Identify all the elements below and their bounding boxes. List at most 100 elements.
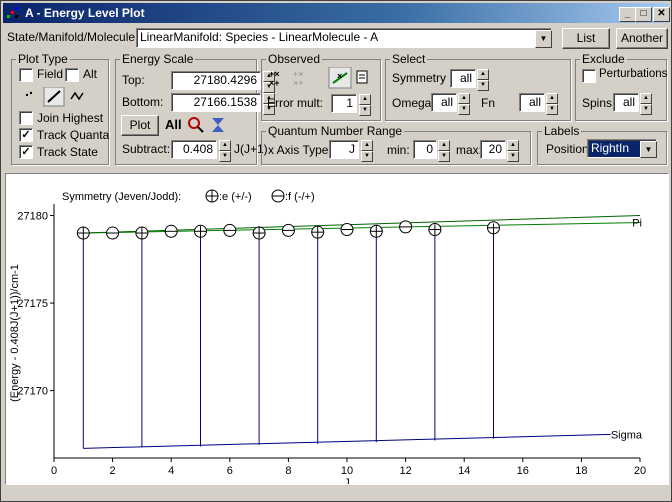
track-quanta-label: Track Quanta <box>37 128 110 142</box>
omega-input[interactable]: all <box>431 93 457 112</box>
observed-icons[interactable]: +××+ +××+ × <box>267 67 377 89</box>
list-button[interactable]: List <box>562 28 610 49</box>
field-checkbox[interactable] <box>19 68 33 82</box>
join-highest-checkbox[interactable] <box>19 111 33 125</box>
field-label: Field <box>37 67 64 81</box>
x-axis-input[interactable]: J <box>329 140 359 159</box>
x-tick-label: 18 <box>575 465 587 477</box>
observed-marks-gray-icon: +××+ <box>293 69 304 88</box>
error-mult-label: Error mult: <box>267 96 324 110</box>
x-tick-label: 8 <box>285 465 291 477</box>
subtract-stepper[interactable]: ▲ ▼ <box>219 140 231 162</box>
track-state-checkbox[interactable]: ✓ <box>19 145 33 159</box>
alt-checkbox[interactable] <box>65 68 79 82</box>
series-line-sigma <box>83 433 611 449</box>
x-axis-label: J <box>344 477 350 484</box>
track-state-label: Track State <box>37 145 98 159</box>
x-tick-label: 2 <box>110 465 116 477</box>
status-bar <box>5 485 667 499</box>
another-button[interactable]: Another <box>616 28 668 49</box>
points-icon <box>25 91 33 97</box>
subtract-input[interactable]: 0.408 <box>171 140 217 159</box>
maximize-icon[interactable]: □ <box>635 7 652 22</box>
labels-title: Labels <box>542 124 582 138</box>
max-label: max: <box>456 143 483 157</box>
x-tick-label: 0 <box>51 465 57 477</box>
title-bar[interactable]: A - Energy Level Plot _ □ ✕ <box>3 3 670 23</box>
max-stepper[interactable]: ▲ ▼ <box>507 140 519 162</box>
min-label: min: <box>387 143 410 157</box>
state-select[interactable]: LinearManifold: Species - LinearMolecule… <box>136 28 552 48</box>
x-tick-label: 14 <box>458 465 470 477</box>
top-input[interactable]: 27180.4296 <box>171 71 261 90</box>
symmetry-label: Symmetry <box>392 71 446 85</box>
chevron-down-icon[interactable]: ▼ <box>640 141 657 158</box>
legend-e-label: :e (+/-) <box>219 191 252 203</box>
perturbations-checkbox[interactable] <box>582 69 596 83</box>
window: A - Energy Level Plot _ □ ✕ State/Manifo… <box>0 0 672 502</box>
fn-input[interactable]: all <box>519 93 545 112</box>
spins-label: Spins: <box>582 96 616 110</box>
hourglass-icon[interactable] <box>211 117 225 133</box>
plot-area[interactable]: 0 2 4 6 8 10 12 14 16 18 20 27170 27175 27180 J (Energy… <box>5 173 669 489</box>
zoom-icon[interactable] <box>187 116 205 134</box>
x-tick-label: 4 <box>168 465 174 477</box>
min-input[interactable]: 0 <box>413 140 437 159</box>
svg-text:×: × <box>337 71 342 81</box>
error-mult-stepper[interactable]: ▲ ▼ <box>359 94 371 116</box>
x-tick-label: 20 <box>634 465 646 477</box>
connected-points-icon <box>70 91 84 101</box>
minimize-icon[interactable]: _ <box>619 7 636 22</box>
energy-chart[interactable]: 0 2 4 6 8 10 12 14 16 18 20 27170 27175 27180 J (Energy… <box>6 174 668 489</box>
svg-text:×+: ×+ <box>269 78 280 88</box>
max-input[interactable]: 20 <box>480 140 506 159</box>
x-tick-label: 12 <box>399 465 411 477</box>
spins-input[interactable]: all <box>613 93 639 112</box>
select-title: Select <box>390 52 428 66</box>
exclude-title: Exclude <box>580 52 627 66</box>
app-icon <box>7 7 18 18</box>
edit-icon <box>356 70 368 84</box>
alt-label: Alt <box>83 67 98 81</box>
perturbations-label: Perturbations <box>599 68 668 80</box>
symmetry-stepper[interactable]: ▲ ▼ <box>477 69 489 91</box>
legend-f-label: :f (-/+) <box>285 191 315 203</box>
x-tick-label: 10 <box>341 465 353 477</box>
quantum-range-title: Quantum Number Range <box>266 124 405 138</box>
bottom-input[interactable]: 27166.1538 <box>171 93 261 112</box>
window-title: A - Energy Level Plot <box>25 6 145 20</box>
all-button[interactable]: All <box>165 117 182 132</box>
subtract-label: Subtract: <box>122 142 171 156</box>
x-tick-label: 6 <box>227 465 233 477</box>
x-axis-stepper[interactable]: ▲ ▼ <box>361 140 373 162</box>
legend-text: Symmetry (Jeven/Jodd): <box>62 191 181 203</box>
x-axis-label: x Axis Type <box>268 143 329 157</box>
plot-style-icons[interactable] <box>19 87 99 107</box>
min-stepper[interactable]: ▲ ▼ <box>438 140 450 162</box>
y-tick-label: 27180 <box>17 211 48 223</box>
fn-label: Fn <box>481 96 496 110</box>
join-highest-label: Join Highest <box>37 111 104 125</box>
omega-label: Omega <box>392 96 432 110</box>
close-icon[interactable]: ✕ <box>653 7 670 22</box>
error-mult-input[interactable]: 1 <box>331 94 357 113</box>
symmetry-input[interactable]: all <box>450 69 476 88</box>
plot-button[interactable]: Plot <box>121 115 159 136</box>
spins-stepper[interactable]: ▲ ▼ <box>640 93 652 115</box>
pi-label: Pi <box>632 218 642 230</box>
energy-scale-title: Energy Scale <box>120 52 196 66</box>
observed-marks-icon: +××+ <box>269 69 280 88</box>
top-label: Top: <box>122 73 145 87</box>
x-tick-label: 16 <box>517 465 529 477</box>
observed-title: Observed <box>266 52 323 66</box>
position-label: Position <box>546 142 589 156</box>
fn-stepper[interactable]: ▲ ▼ <box>546 93 558 115</box>
track-quanta-checkbox[interactable]: ✓ <box>19 128 33 142</box>
plot-type-title: Plot Type <box>16 52 70 66</box>
omega-stepper[interactable]: ▲ ▼ <box>458 93 470 115</box>
chevron-down-icon[interactable]: ▼ <box>535 30 552 48</box>
state-label: State/Manifold/Molecule: <box>7 30 139 44</box>
sigma-label: Sigma <box>611 429 643 441</box>
y-axis-label: (Energy - 0.408J(J+1))/cm-1 <box>9 264 21 402</box>
svg-text:×+: ×+ <box>293 78 304 88</box>
